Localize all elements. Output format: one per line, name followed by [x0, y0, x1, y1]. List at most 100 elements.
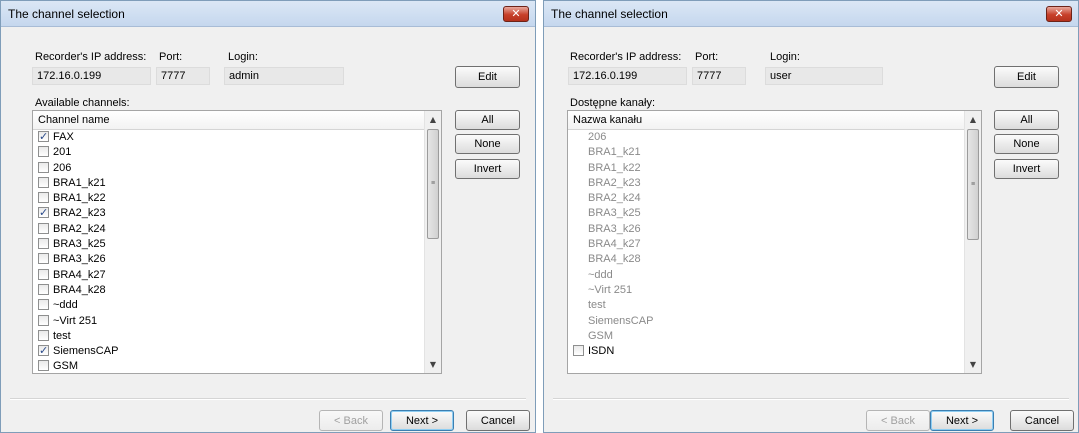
- list-item[interactable]: 206: [33, 161, 424, 176]
- back-button[interactable]: < Back: [866, 410, 930, 431]
- channel-name: 206: [53, 161, 72, 174]
- next-button[interactable]: Next >: [930, 410, 994, 431]
- list-item[interactable]: 201: [33, 145, 424, 160]
- list-item[interactable]: BRA1_k21: [33, 176, 424, 191]
- channel-name: BRA2_k24: [588, 192, 641, 205]
- channel-checkbox[interactable]: [38, 176, 49, 188]
- channel-checkbox[interactable]: [573, 345, 584, 357]
- list-item[interactable]: BRA1_k22: [568, 161, 964, 176]
- scroll-up-arrow-icon[interactable]: ▲: [425, 111, 441, 128]
- list-item[interactable]: BRA3_k25: [568, 206, 964, 221]
- channel-checkbox[interactable]: [38, 268, 49, 280]
- ip-address-field: 172.16.0.199: [568, 67, 687, 85]
- scrollbar-thumb[interactable]: ≡: [427, 129, 439, 239]
- channel-checkbox[interactable]: [38, 161, 49, 173]
- channel-name: BRA4_k28: [53, 283, 106, 296]
- channel-name: BRA3_k26: [588, 222, 641, 235]
- column-header-channel-name[interactable]: Nazwa kanału: [568, 111, 964, 130]
- channel-checkbox[interactable]: [38, 329, 49, 341]
- channel-checkbox[interactable]: [38, 129, 49, 144]
- channel-checkbox[interactable]: [38, 314, 49, 326]
- list-item[interactable]: BRA3_k26: [33, 252, 424, 267]
- list-item[interactable]: FAX: [33, 129, 424, 145]
- channel-name: BRA1_k21: [588, 146, 641, 159]
- list-item[interactable]: BRA4_k27: [568, 237, 964, 252]
- ip-address-field: 172.16.0.199: [32, 67, 151, 85]
- channel-name: ~Virt 251: [588, 283, 633, 296]
- channel-name: SiemensCAP: [588, 314, 654, 327]
- select-none-button[interactable]: None: [455, 134, 520, 154]
- channel-name: GSM: [588, 329, 614, 342]
- vertical-scrollbar[interactable]: ▲ ≡ ▼: [424, 111, 441, 373]
- list-item[interactable]: GSM: [568, 329, 964, 344]
- channel-checkbox[interactable]: [38, 222, 49, 234]
- channel-checkbox[interactable]: [38, 360, 49, 372]
- grip-icon: ≡: [971, 180, 976, 188]
- channel-checkbox[interactable]: [38, 192, 49, 204]
- invert-selection-button[interactable]: Invert: [994, 159, 1059, 179]
- channel-checkbox[interactable]: [38, 253, 49, 265]
- channel-checkbox[interactable]: [38, 283, 49, 295]
- title-bar[interactable]: The channel selection ✕: [1, 1, 535, 27]
- channel-checkbox[interactable]: [38, 205, 49, 220]
- close-button[interactable]: ✕: [503, 6, 529, 22]
- list-item[interactable]: BRA4_k28: [568, 252, 964, 267]
- port-field: 7777: [692, 67, 746, 85]
- list-item[interactable]: ~ddd: [568, 268, 964, 283]
- list-item[interactable]: SiemensCAP: [568, 314, 964, 329]
- list-item[interactable]: ~Virt 251: [33, 314, 424, 329]
- channel-name: 201: [53, 146, 72, 159]
- channel-name: ~ddd: [588, 268, 613, 281]
- edit-button[interactable]: Edit: [455, 66, 520, 88]
- channel-name: BRA4_k27: [53, 268, 106, 281]
- channel-checkbox[interactable]: [38, 146, 49, 158]
- scrollbar-thumb[interactable]: ≡: [967, 129, 979, 240]
- available-channels-label: Available channels:: [35, 97, 130, 109]
- list-item[interactable]: BRA2_k23: [568, 176, 964, 191]
- channel-checkbox[interactable]: [38, 343, 49, 358]
- select-all-button[interactable]: All: [455, 110, 520, 130]
- list-item[interactable]: test: [33, 329, 424, 344]
- scroll-down-arrow-icon[interactable]: ▼: [965, 356, 981, 373]
- list-item[interactable]: BRA1_k21: [568, 145, 964, 160]
- vertical-scrollbar[interactable]: ▲ ≡ ▼: [964, 111, 981, 373]
- list-item[interactable]: BRA4_k27: [33, 268, 424, 283]
- scroll-up-arrow-icon[interactable]: ▲: [965, 111, 981, 128]
- list-item[interactable]: 206: [568, 130, 964, 145]
- dialog-title: The channel selection: [551, 7, 668, 21]
- port-label: Port:: [159, 51, 183, 63]
- list-item[interactable]: BRA2_k24: [568, 191, 964, 206]
- back-button[interactable]: < Back: [319, 410, 383, 431]
- list-item[interactable]: ~ddd: [33, 298, 424, 313]
- next-button[interactable]: Next >: [390, 410, 454, 431]
- list-item[interactable]: BRA1_k22: [33, 191, 424, 206]
- channel-rows: FAX 201 206 BRA1_k21 BRA1_k22 BRA2_k23 BRA2_k2…: [33, 129, 424, 373]
- list-item[interactable]: ~Virt 251: [568, 283, 964, 298]
- channel-checkbox[interactable]: [38, 299, 49, 311]
- scroll-down-arrow-icon[interactable]: ▼: [425, 356, 441, 373]
- channel-name: test: [53, 329, 71, 342]
- channel-name: ~Virt 251: [53, 314, 98, 327]
- channel-list[interactable]: Nazwa kanału 206 BRA1_k21 BRA1_k22 BRA2_k23…: [567, 110, 982, 374]
- close-button[interactable]: ✕: [1046, 6, 1072, 22]
- dialog-title: The channel selection: [8, 7, 125, 21]
- list-item[interactable]: ISDN: [568, 344, 964, 359]
- list-item[interactable]: BRA3_k25: [33, 237, 424, 252]
- list-item[interactable]: test: [568, 298, 964, 313]
- list-item[interactable]: BRA4_k28: [33, 283, 424, 298]
- list-item[interactable]: BRA3_k26: [568, 222, 964, 237]
- list-item[interactable]: BRA2_k23: [33, 205, 424, 221]
- list-item[interactable]: GSM: [33, 359, 424, 373]
- invert-selection-button[interactable]: Invert: [455, 159, 520, 179]
- list-item[interactable]: BRA2_k24: [33, 222, 424, 237]
- cancel-button[interactable]: Cancel: [466, 410, 530, 431]
- edit-button[interactable]: Edit: [994, 66, 1059, 88]
- cancel-button[interactable]: Cancel: [1010, 410, 1074, 431]
- select-none-button[interactable]: None: [994, 134, 1059, 154]
- title-bar[interactable]: The channel selection ✕: [544, 1, 1078, 27]
- column-header-channel-name[interactable]: Channel name: [33, 111, 424, 130]
- list-item[interactable]: SiemensCAP: [33, 343, 424, 359]
- channel-list[interactable]: Channel name FAX 201 206 BRA1_k21 BRA1_k22 BR…: [32, 110, 442, 374]
- channel-checkbox[interactable]: [38, 238, 49, 250]
- select-all-button[interactable]: All: [994, 110, 1059, 130]
